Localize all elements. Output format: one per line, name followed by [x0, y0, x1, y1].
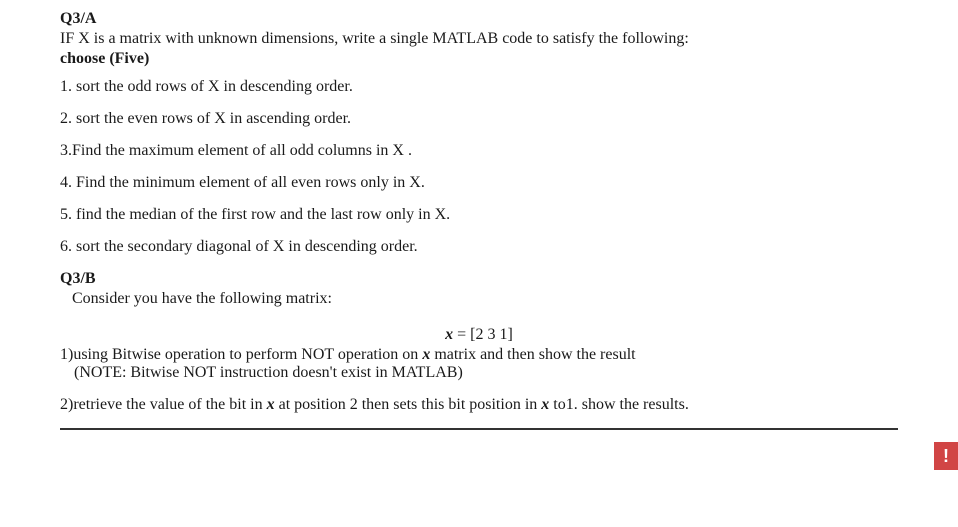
- alert-badge: !: [934, 442, 958, 470]
- q3a-intro: IF X is a matrix with unknown dimensions…: [60, 30, 898, 48]
- q3b-matrix-values: = [2 3 1]: [453, 326, 513, 343]
- q3a-item-5: 5. find the median of the first row and …: [60, 206, 898, 224]
- q3b-item2-pre: 2)retrieve the value of the bit in: [60, 396, 267, 413]
- q3b-intro: Consider you have the following matrix:: [72, 290, 898, 308]
- q3b-item1-pre: 1)using Bitwise operation to perform NOT…: [60, 346, 422, 363]
- q3b-item2-post: to1. show the results.: [549, 396, 689, 413]
- q3a-item-4: 4. Find the minimum element of all even …: [60, 174, 898, 192]
- q3a-item-1: 1. sort the odd rows of X in descending …: [60, 78, 898, 96]
- q3a-item-6: 6. sort the secondary diagonal of X in d…: [60, 238, 898, 256]
- q3b-item1-note: (NOTE: Bitwise NOT instruction doesn't e…: [74, 364, 898, 382]
- q3a-item-3: 3.Find the maximum element of all odd co…: [60, 142, 898, 160]
- q3b-matrix-var: x: [445, 326, 453, 343]
- q3b-matrix-equation: x = [2 3 1]: [60, 326, 898, 344]
- q3b-item-2: 2)retrieve the value of the bit in x at …: [60, 396, 898, 414]
- q3b-item2-mid: at position 2 then sets this bit positio…: [275, 396, 542, 413]
- q3a-choose: choose (Five): [60, 50, 898, 68]
- q3a-item-2: 2. sort the even rows of X in ascending …: [60, 110, 898, 128]
- q3b-label: Q3/B: [60, 270, 898, 288]
- q3b-item2-var1: x: [267, 396, 275, 413]
- q3b-item-1: 1)using Bitwise operation to perform NOT…: [60, 346, 898, 382]
- q3b-item1-post: matrix and then show the result: [430, 346, 635, 363]
- alert-icon: !: [943, 446, 949, 467]
- q3a-label: Q3/A: [60, 10, 898, 28]
- divider-line: [60, 428, 898, 430]
